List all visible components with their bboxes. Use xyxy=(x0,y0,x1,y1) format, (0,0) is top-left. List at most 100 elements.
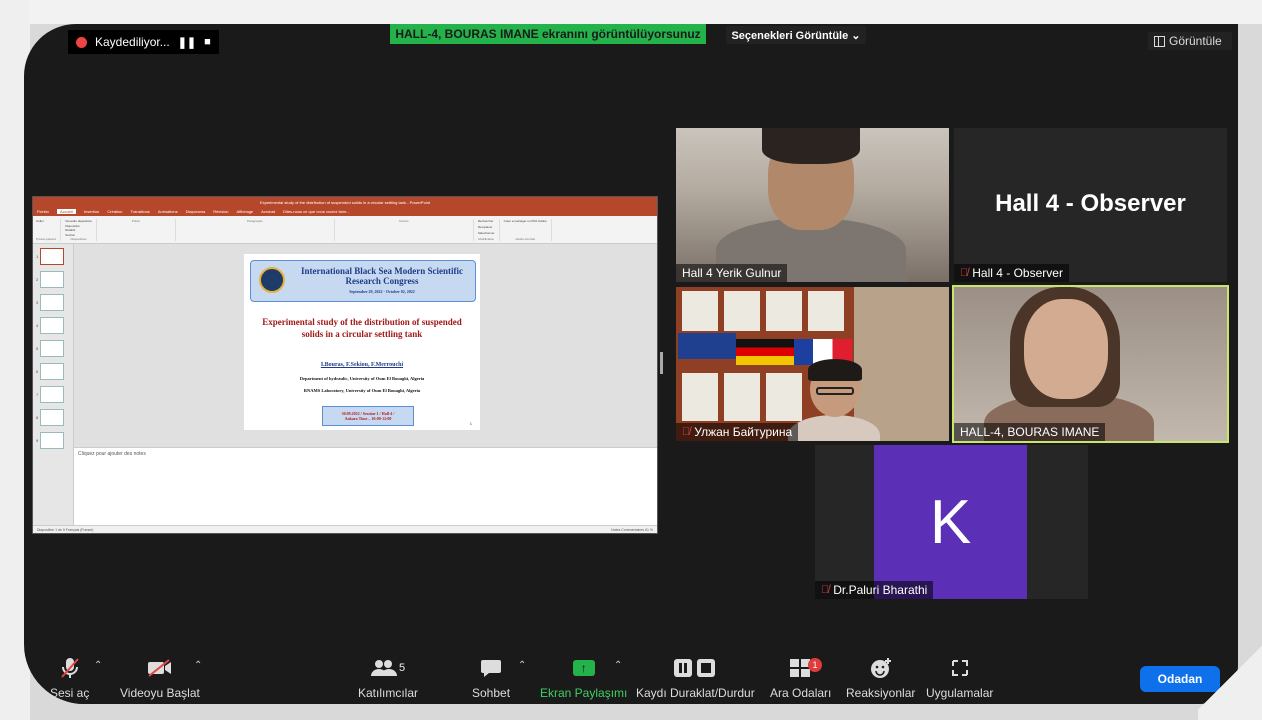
slide-thumbnail[interactable]: 7 xyxy=(36,386,73,403)
section-button[interactable]: Section xyxy=(65,233,92,237)
apps-label: Uygulamalar xyxy=(926,686,994,700)
thumb-preview xyxy=(40,432,65,449)
ppt-window-title: Experimental study of the distribution o… xyxy=(33,197,657,207)
participant-name: Dr.Paluri Bharathi xyxy=(833,583,928,597)
pause-recording-button[interactable]: ❚❚ xyxy=(178,36,196,49)
slide-header-box: International Black Sea Modern Scientifi… xyxy=(250,260,476,302)
congress-logo xyxy=(259,267,285,293)
view-layout-button[interactable]: Görüntüle xyxy=(1148,32,1232,50)
view-options-button[interactable]: Seçenekleri Görüntüle ⌄ xyxy=(726,26,866,44)
stop-recording-button[interactable]: ■ xyxy=(204,36,211,48)
ribbon-group-slides: Nouvelle diapositive Disposition Rétabli… xyxy=(65,219,97,241)
pause-stop-icon xyxy=(673,656,717,680)
ribbon-group-label: Modification xyxy=(478,237,495,241)
paste-button[interactable]: Coller xyxy=(36,219,56,223)
select-button[interactable]: Sélectionner xyxy=(478,231,495,235)
slide-title: Experimental study of the distribution o… xyxy=(262,317,462,339)
notes-pane[interactable]: Cliquez pour ajouter des notes xyxy=(74,447,657,525)
participant-video xyxy=(766,373,802,421)
video-tile-yerik-gulnur[interactable]: Hall 4 Yerik Gulnur xyxy=(676,128,949,282)
chat-button[interactable]: Sohbet xyxy=(472,656,510,700)
apps-icon xyxy=(950,656,970,680)
mic-muted-icon: 🎙̸ xyxy=(682,426,691,438)
start-video-button[interactable]: Videoyu Başlat xyxy=(120,656,200,700)
share-options-caret[interactable]: ⌃ xyxy=(614,660,622,671)
screen-share-banner: HALL-4, BOURAS IMANE ekranını görüntülüy… xyxy=(390,24,706,44)
chat-options-caret[interactable]: ⌃ xyxy=(518,660,526,671)
ppt-tab[interactable]: Diaporama xyxy=(186,209,206,214)
video-options-caret[interactable]: ⌃ xyxy=(194,660,202,671)
slide-thumbnail[interactable]: 2 xyxy=(36,271,73,288)
top-bar: Kaydediliyor... ❚❚ ■ HALL-4, BOURAS IMAN… xyxy=(24,24,1238,58)
find-button[interactable]: Rechercher xyxy=(478,219,495,223)
participants-label: Katılımcılar xyxy=(358,686,419,700)
replace-button[interactable]: Remplacer xyxy=(478,225,495,229)
video-tile-observer[interactable]: Hall 4 - Observer 🎙̸ Hall 4 - Observer xyxy=(954,128,1227,282)
ppt-tab[interactable]: Création xyxy=(107,209,122,214)
participant-name-tag: HALL-4, BOURAS IMANE xyxy=(954,423,1106,441)
ribbon-group-paragraph: Paragraphe xyxy=(180,219,335,241)
grid-view-icon xyxy=(1154,35,1165,47)
meeting-toolbar: Sesi aç ⌃ Videoyu Başlat ⌃ 5 Katılımcıla… xyxy=(24,650,1238,704)
participant-name-tag: 🎙̸ Dr.Paluri Bharathi xyxy=(815,581,934,599)
ppt-tab[interactable]: Acrobat xyxy=(261,209,275,214)
participants-button[interactable]: 5 Katılımcılar xyxy=(358,656,418,700)
ppt-tab[interactable]: Fichier xyxy=(37,209,49,214)
split-divider-handle[interactable] xyxy=(660,352,663,374)
video-tile-bouras-imane-active-speaker[interactable]: HALL-4, BOURAS IMANE xyxy=(952,285,1229,443)
ppt-tab-active[interactable]: Accueil xyxy=(57,209,76,214)
slide-thumbnail[interactable]: 4 xyxy=(36,317,73,334)
share-screen-label: Ekran Paylaşımı xyxy=(540,686,628,700)
ribbon-group-label: Dessin xyxy=(399,219,409,223)
layout-button[interactable]: Disposition xyxy=(65,224,92,228)
status-right: Notes Commentaires 61 % xyxy=(611,527,653,532)
video-tile-ulzhan[interactable]: 🎙̸ Улжан Байтурина xyxy=(676,287,949,441)
ppt-tab[interactable]: Animations xyxy=(158,209,178,214)
current-slide[interactable]: International Black Sea Modern Scientifi… xyxy=(244,254,480,430)
participant-name: Hall 4 Yerik Gulnur xyxy=(682,266,782,280)
participant-video xyxy=(682,373,718,421)
unmute-button[interactable]: Sesi aç xyxy=(50,656,89,700)
reset-button[interactable]: Rétablir xyxy=(65,228,92,232)
ppt-tab[interactable]: Transitions xyxy=(130,209,149,214)
avatar: K xyxy=(874,445,1027,599)
participant-video xyxy=(736,339,794,365)
thumb-number: 2 xyxy=(36,277,39,282)
video-tile-paluri-bharathi[interactable]: K 🎙̸ Dr.Paluri Bharathi xyxy=(815,445,1088,599)
pause-stop-recording-button[interactable]: Kaydı Duraklat/Durdur xyxy=(636,656,755,700)
reactions-button[interactable]: Reaksiyonlar xyxy=(846,656,915,700)
slide-affiliation: RNAMS Laboratory, University of Oum El B… xyxy=(303,388,421,393)
ppt-status-bar: Diapositive 1 de 9 Français (France) Not… xyxy=(33,525,657,533)
ribbon-group-font: Police xyxy=(101,219,176,241)
new-slide-button[interactable]: Nouvelle diapositive xyxy=(65,219,92,223)
thumb-preview xyxy=(40,317,65,334)
share-screen-icon: ↑ xyxy=(572,656,595,680)
slide-thumbnail[interactable]: 6 xyxy=(36,363,73,380)
frame-top-edge xyxy=(0,0,1262,24)
ppt-tell-me[interactable]: Dites-nous ce que vous voulez faire... xyxy=(283,209,350,214)
zoom-window: Kaydediliyor... ❚❚ ■ HALL-4, BOURAS IMAN… xyxy=(24,24,1238,704)
ppt-tab[interactable]: Affichage xyxy=(237,209,254,214)
recording-label: Kaydediliyor... xyxy=(95,35,170,49)
create-pdf-button[interactable]: Créer et partager un PDF Adobe xyxy=(504,219,547,223)
thumb-number: 9 xyxy=(36,438,39,443)
ppt-tab[interactable]: Révision xyxy=(213,209,228,214)
participant-video xyxy=(788,359,880,441)
breakout-badge: 1 xyxy=(808,658,822,672)
audio-options-caret[interactable]: ⌃ xyxy=(94,660,102,671)
ppt-tab[interactable]: Insertion xyxy=(84,209,99,214)
slide-thumbnail[interactable]: 3 xyxy=(36,294,73,311)
apps-button[interactable]: Uygulamalar xyxy=(926,656,993,700)
slide-thumbnail[interactable]: 1 xyxy=(36,248,73,265)
ppt-ribbon-tabs: Fichier Accueil Insertion Création Trans… xyxy=(33,207,657,216)
breakout-rooms-button[interactable]: 1 Ara Odaları xyxy=(770,656,831,700)
shared-screen[interactable]: Experimental study of the distribution o… xyxy=(32,196,658,534)
mic-muted-icon: 🎙̸ xyxy=(821,584,830,596)
thumb-number: 1 xyxy=(36,254,39,259)
ribbon-group-clipboard: Coller Presse-papiers xyxy=(36,219,62,241)
chat-bubble-icon xyxy=(480,656,502,680)
slide-thumbnail[interactable]: 5 xyxy=(36,340,73,357)
slide-thumbnail[interactable]: 9 xyxy=(36,432,73,449)
slide-thumbnail[interactable]: 8 xyxy=(36,409,73,426)
thumb-number: 8 xyxy=(36,415,39,420)
